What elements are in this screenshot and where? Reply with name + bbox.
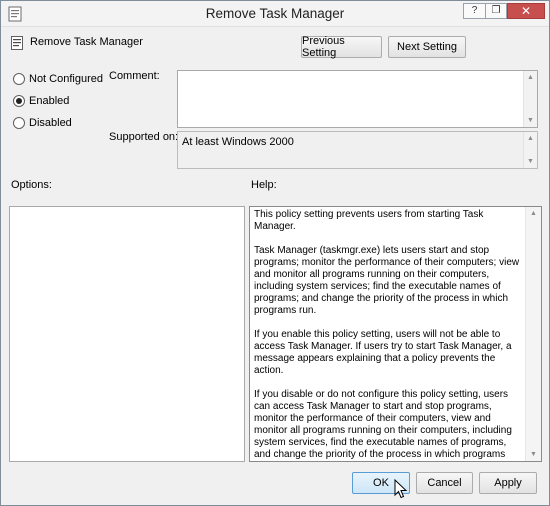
supported-scrollbar[interactable]: ▲ ▼: [523, 132, 537, 168]
radio-enabled[interactable]: Enabled: [13, 95, 69, 107]
policy-name: Remove Task Manager: [30, 36, 143, 48]
options-label: Options:: [11, 179, 52, 191]
radio-label: Enabled: [29, 95, 70, 107]
help-label: Help:: [251, 179, 277, 191]
scroll-down-icon[interactable]: ▼: [527, 158, 534, 165]
radio-not-configured[interactable]: Not Configured: [13, 73, 103, 85]
scroll-up-icon[interactable]: ▲: [527, 135, 534, 142]
help-scrollbar[interactable]: ▲ ▼: [525, 207, 541, 461]
apply-button[interactable]: Apply: [479, 472, 537, 494]
radio-label: Disabled: [29, 117, 72, 129]
radio-selected-dot: [16, 98, 22, 104]
radio-disabled[interactable]: Disabled: [13, 117, 72, 129]
comment-field[interactable]: ▲ ▼: [177, 70, 538, 128]
help-paragraph: This policy setting prevents users from …: [254, 209, 484, 232]
radio-circle[interactable]: [13, 73, 25, 85]
supported-on-field: At least Windows 2000 ▲ ▼: [177, 131, 538, 169]
scroll-down-icon[interactable]: ▼: [530, 451, 537, 458]
help-icon[interactable]: ?: [463, 3, 485, 19]
previous-setting-button[interactable]: Previous Setting: [301, 35, 382, 59]
help-panel[interactable]: This policy setting prevents users from …: [249, 206, 542, 462]
title-bar[interactable]: Remove Task Manager ? ❐ ✕: [1, 1, 549, 27]
scroll-up-icon[interactable]: ▲: [527, 74, 534, 81]
scroll-up-icon[interactable]: ▲: [530, 210, 537, 217]
supported-on-value: At least Windows 2000: [182, 136, 294, 148]
radio-circle[interactable]: [13, 95, 25, 107]
help-paragraph: If you enable this policy setting, users…: [254, 329, 512, 376]
cancel-button[interactable]: Cancel: [416, 472, 473, 494]
help-text: This policy setting prevents users from …: [254, 209, 524, 461]
options-panel: [9, 206, 245, 462]
scroll-down-icon[interactable]: ▼: [527, 117, 534, 124]
radio-label: Not Configured: [29, 73, 103, 85]
help-paragraph: If you disable or do not configure this …: [254, 389, 512, 460]
supported-on-label: Supported on:: [109, 131, 179, 143]
radio-circle[interactable]: [13, 117, 25, 129]
policy-dialog: Remove Task Manager ? ❐ ✕ Remove Task Ma…: [0, 0, 550, 506]
help-paragraph: Task Manager (taskmgr.exe) lets users st…: [254, 245, 520, 316]
mouse-cursor-icon: [394, 479, 408, 499]
restore-icon[interactable]: ❐: [485, 3, 507, 19]
policy-icon: [11, 36, 23, 50]
close-icon[interactable]: ✕: [507, 3, 545, 19]
comment-scrollbar[interactable]: ▲ ▼: [523, 71, 537, 127]
comment-label: Comment:: [109, 70, 160, 82]
next-setting-button[interactable]: Next Setting: [388, 36, 466, 58]
